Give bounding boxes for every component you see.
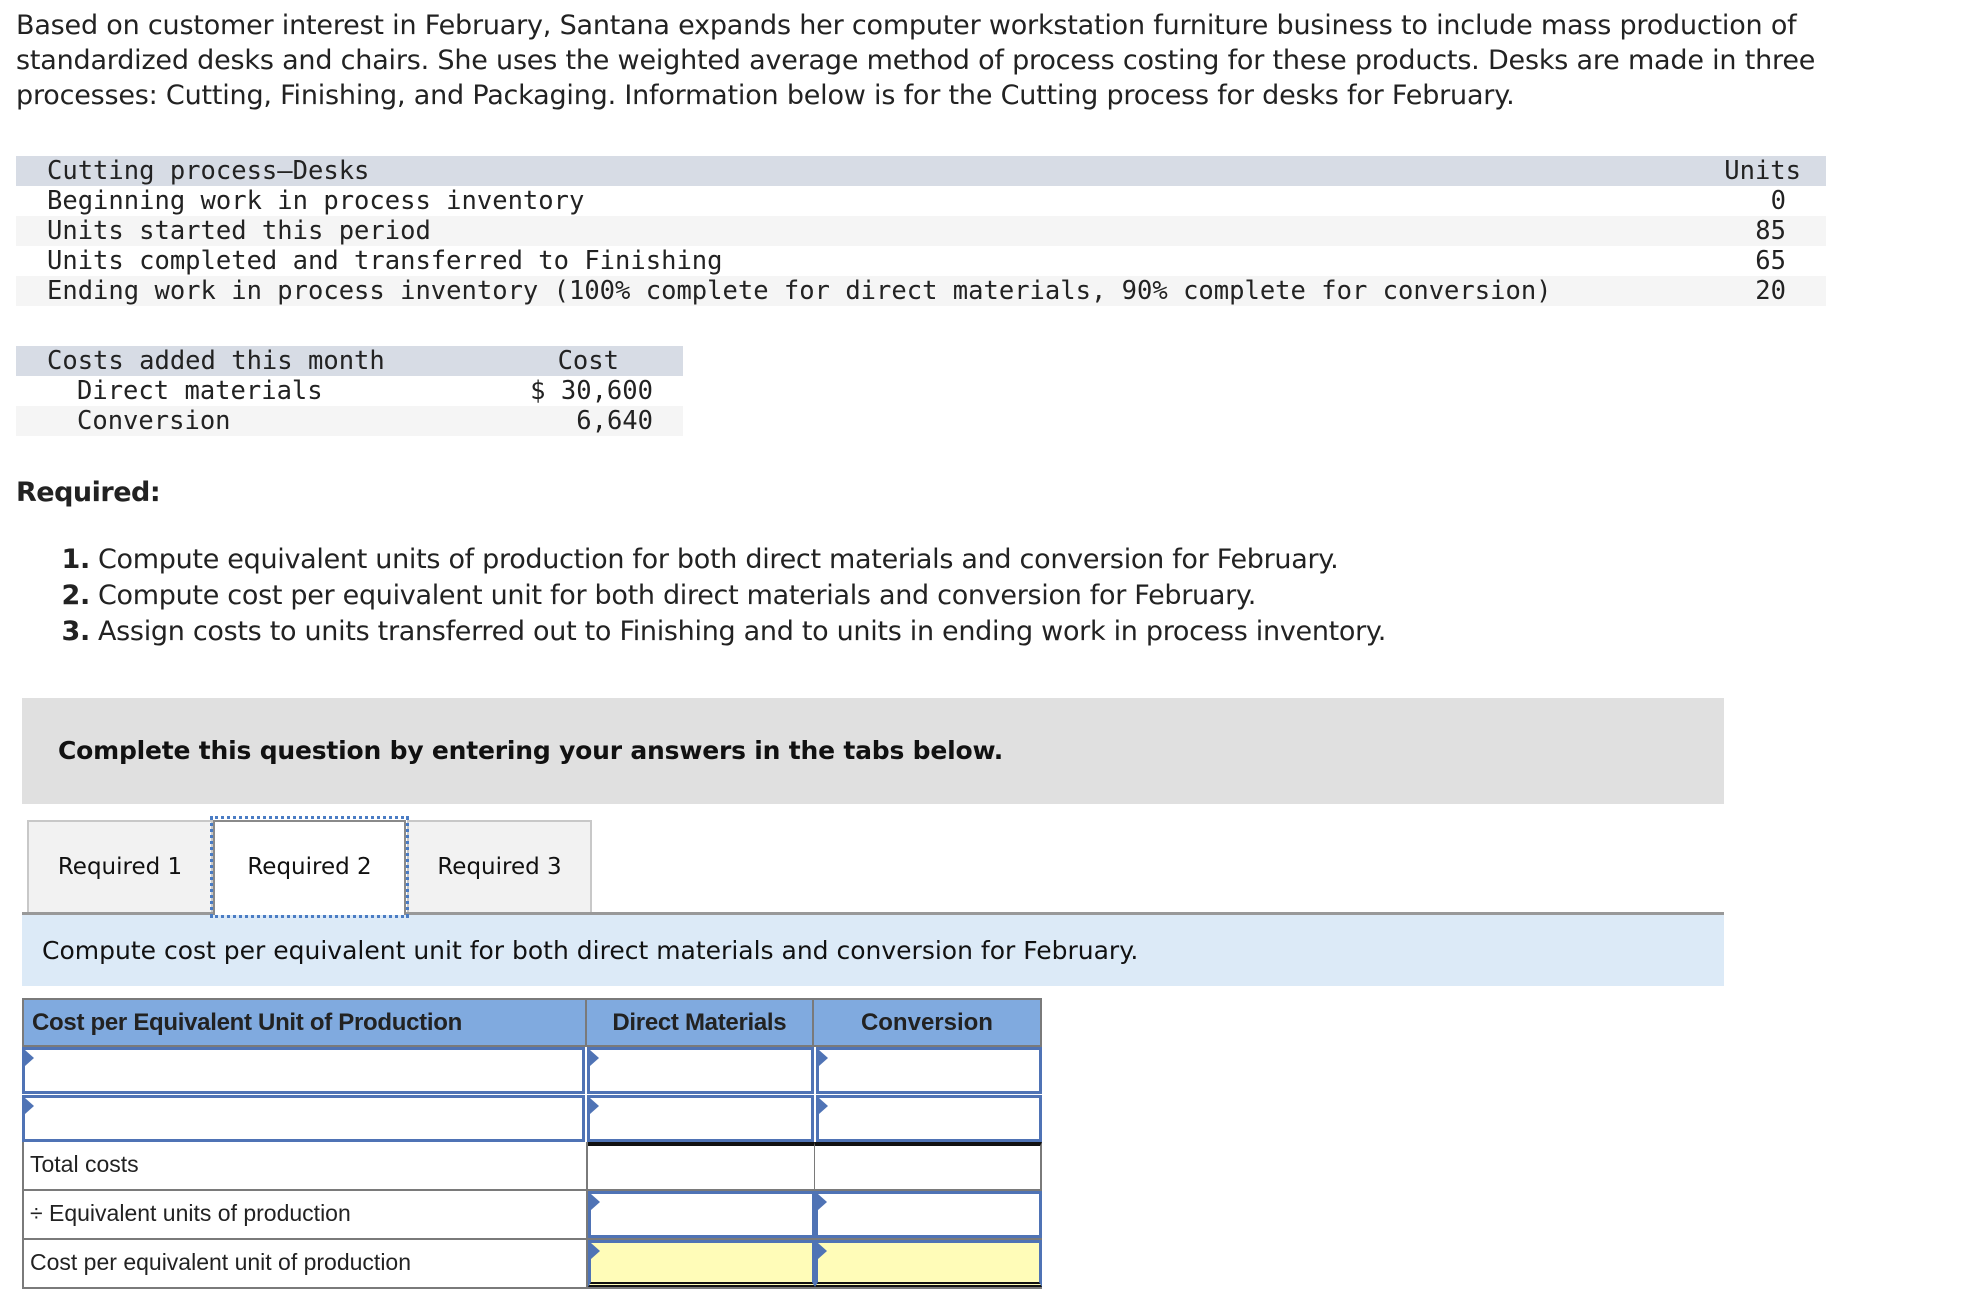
table-row: Ending work in process inventory (100% c… <box>16 276 1826 306</box>
cutting-process-units-table: Cutting process—Desks Units Beginning wo… <box>16 156 1826 306</box>
cost-per-equivalent-unit-table: Cost per Equivalent Unit of Production D… <box>22 998 1043 1289</box>
row-label: Direct materials <box>77 376 323 406</box>
row-2-conversion-input[interactable] <box>818 1098 1039 1139</box>
header-cost: Cost <box>557 346 619 376</box>
row-value: 6,640 <box>576 406 653 436</box>
header-label: Costs added this month <box>47 346 385 376</box>
required-item: 2. Compute cost per equivalent unit for b… <box>40 578 1386 614</box>
required-item-text: Compute cost per equivalent unit for bot… <box>98 580 1256 611</box>
cost-per-unit-conversion-cell[interactable] <box>815 1240 1043 1287</box>
cost-per-unit-label: Cost per equivalent unit of production <box>24 1240 588 1287</box>
problem-description: Based on customer interest in February, … <box>16 10 1816 111</box>
row-value: 20 <box>1755 276 1786 306</box>
required-heading: Required: <box>16 477 161 508</box>
total-costs-conversion <box>815 1142 1042 1189</box>
row-2-direct-materials-input[interactable] <box>589 1098 811 1139</box>
header-label: Cutting process—Desks <box>47 156 370 186</box>
equivalent-units-conversion-input[interactable] <box>818 1194 1040 1235</box>
required-item-number: 3. <box>61 616 91 647</box>
required-item-number: 1. <box>61 544 91 575</box>
table-row: Conversion 6,640 <box>16 406 683 436</box>
row-1-label-dropdown[interactable] <box>22 1047 585 1094</box>
equivalent-units-conversion-cell[interactable] <box>815 1191 1043 1238</box>
instruction-banner: Complete this question by entering your … <box>22 698 1724 804</box>
instruction-text: Complete this question by entering your … <box>58 736 1004 765</box>
header-conversion: Conversion <box>860 1009 993 1036</box>
row-value: 65 <box>1755 246 1786 276</box>
tab-required-1[interactable]: Required 1 <box>27 820 213 913</box>
total-costs-row: Total costs <box>22 1142 1042 1191</box>
row-value: 85 <box>1755 216 1786 246</box>
row-2-conversion-cell[interactable] <box>815 1095 1042 1142</box>
row-value: 0 <box>1770 186 1786 216</box>
tab-required-2[interactable]: Required 2 <box>210 816 409 918</box>
table-header-row: Cutting process—Desks Units <box>16 156 1826 186</box>
table-header-row: Costs added this month Cost <box>16 346 683 376</box>
required-item: 1. Compute equivalent units of production… <box>40 542 1386 578</box>
tab-required-3[interactable]: Required 3 <box>407 820 592 913</box>
equivalent-units-direct-materials-cell[interactable] <box>587 1191 816 1238</box>
row-1-direct-materials-cell[interactable] <box>586 1047 814 1094</box>
cost-per-unit-direct-materials-cell[interactable] <box>587 1240 816 1287</box>
row-1-label-input[interactable] <box>25 1050 582 1091</box>
costs-added-table: Costs added this month Cost Direct mater… <box>16 346 683 436</box>
required-item-text: Compute equivalent units of production f… <box>98 544 1339 575</box>
row-label: Units completed and transferred to Finis… <box>47 246 723 276</box>
equivalent-units-direct-materials-input[interactable] <box>590 1194 813 1235</box>
header-description: Cost per Equivalent Unit of Production <box>24 1000 587 1045</box>
cost-per-unit-conversion-input[interactable] <box>818 1243 1040 1282</box>
row-value: $ 30,600 <box>530 376 653 406</box>
header-units: Units <box>1724 156 1801 186</box>
table-row: Direct materials $ 30,600 <box>16 376 683 406</box>
row-label: Units started this period <box>47 216 431 246</box>
input-row-2 <box>22 1095 1042 1142</box>
answer-table-header: Cost per Equivalent Unit of Production D… <box>22 998 1042 1047</box>
tab-instruction-text: Compute cost per equivalent unit for bot… <box>42 936 1139 965</box>
equivalent-units-label: ÷ Equivalent units of production <box>24 1191 588 1238</box>
required-list: 1. Compute equivalent units of production… <box>40 542 1387 650</box>
total-costs-direct-materials <box>587 1142 816 1189</box>
cost-per-unit-direct-materials-input[interactable] <box>590 1243 813 1282</box>
row-1-direct-materials-input[interactable] <box>589 1050 811 1091</box>
required-item: 3. Assign costs to units transferred out … <box>40 614 1387 650</box>
row-label: Beginning work in process inventory <box>47 186 585 216</box>
table-row: Units started this period 85 <box>16 216 1826 246</box>
required-item-number: 2. <box>61 580 91 611</box>
row-2-label-dropdown[interactable] <box>22 1095 585 1142</box>
total-costs-label: Total costs <box>24 1142 588 1189</box>
required-item-text: Assign costs to units transferred out to… <box>98 616 1387 647</box>
table-row: Beginning work in process inventory 0 <box>16 186 1826 216</box>
tab-instruction-banner: Compute cost per equivalent unit for bot… <box>22 915 1724 986</box>
header-direct-materials: Direct Materials <box>587 1000 814 1045</box>
row-1-conversion-cell[interactable] <box>815 1047 1042 1094</box>
row-2-direct-materials-cell[interactable] <box>586 1095 814 1142</box>
row-2-label-input[interactable] <box>25 1098 582 1139</box>
row-1-conversion-input[interactable] <box>818 1050 1039 1091</box>
cost-per-unit-row: Cost per equivalent unit of production <box>22 1240 1043 1289</box>
row-label: Conversion <box>77 406 231 436</box>
row-label: Ending work in process inventory (100% c… <box>47 276 1552 306</box>
table-row: Units completed and transferred to Finis… <box>16 246 1826 276</box>
input-row-1 <box>22 1047 1042 1094</box>
equivalent-units-row: ÷ Equivalent units of production <box>22 1191 1043 1240</box>
